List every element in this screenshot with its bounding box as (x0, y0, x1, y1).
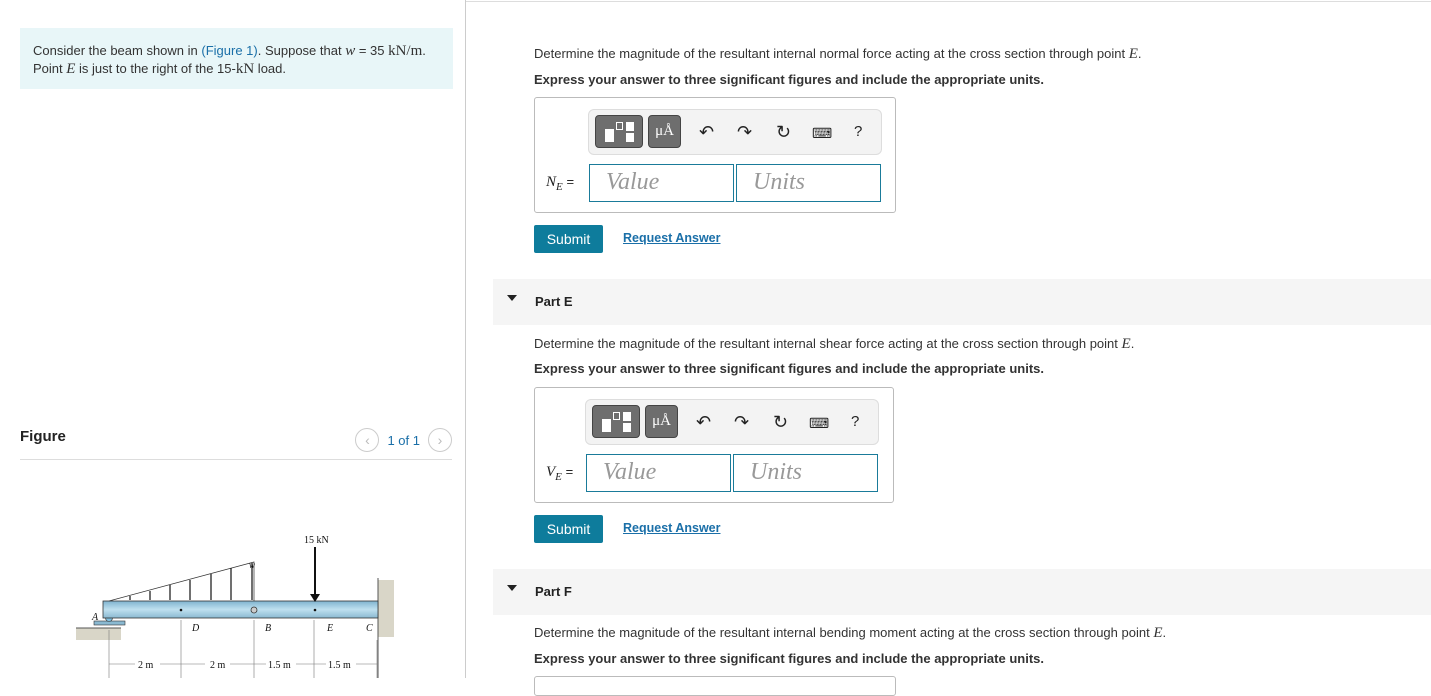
part-title: Part E (535, 294, 573, 309)
dim-label: 1.5 m (268, 660, 291, 671)
units-icon[interactable]: μÅ (645, 405, 678, 438)
w-label: w (249, 560, 255, 570)
distributed-load (108, 561, 255, 602)
figure-link[interactable]: (Figure 1) (201, 43, 257, 58)
part-d-question: Determine the magnitude of the resultant… (534, 46, 1142, 62)
submit-button[interactable]: Submit (534, 515, 603, 543)
text: = 35 (355, 43, 389, 58)
part-f-instruction: Express your answer to three significant… (534, 651, 1044, 666)
figure-header: Figure ‹ 1 of 1 › (20, 426, 452, 460)
templates-icon[interactable] (592, 405, 640, 438)
text: is just to the right of the 15- (75, 61, 236, 76)
units-icon[interactable]: μÅ (648, 115, 681, 148)
point-E (313, 608, 317, 612)
units-input[interactable]: Units (733, 454, 878, 492)
load-arrows (129, 563, 253, 600)
ground-left (76, 628, 121, 640)
value-input[interactable]: Value (589, 164, 734, 202)
next-figure-button[interactable]: › (428, 428, 452, 452)
units-input[interactable]: Units (736, 164, 881, 202)
math-toolbar: μÅ ↶ ↷ ↻ ⌨ ? (588, 109, 882, 155)
keyboard-icon[interactable]: ⌨ (812, 125, 832, 142)
top-border (466, 1, 1431, 2)
text: Determine the magnitude of the resultant… (534, 46, 1129, 61)
keyboard-icon[interactable]: ⌨ (809, 415, 829, 432)
redo-icon[interactable]: ↷ (734, 412, 749, 433)
part-e-instruction: Express your answer to three significant… (534, 361, 1044, 376)
part-e-question: Determine the magnitude of the resultant… (534, 336, 1135, 352)
undo-icon[interactable]: ↶ (696, 412, 711, 433)
part-title: Part F (535, 584, 572, 599)
dim-label: 1.5 m (328, 660, 351, 671)
text: Consider the beam shown in (33, 43, 202, 58)
collapse-triangle-icon (507, 295, 517, 301)
part-f-question: Determine the magnitude of the resultant… (534, 625, 1167, 641)
templates-icon[interactable] (595, 115, 643, 148)
figure-title: Figure (20, 428, 66, 445)
text: Determine the magnitude of the resultant… (534, 336, 1122, 351)
label-A: A (91, 612, 99, 623)
math: E (1121, 336, 1131, 352)
panel-divider (465, 0, 466, 678)
page-indicator: 1 of 1 (387, 432, 420, 448)
dim-label: 2 m (210, 660, 226, 671)
reset-icon[interactable]: ↻ (773, 412, 788, 433)
problem-statement: Consider the beam shown in (Figure 1). S… (20, 28, 453, 89)
math: E (1128, 46, 1138, 62)
part-e-header[interactable]: Part E (493, 279, 1431, 325)
label-C: C (366, 623, 373, 634)
prev-figure-button[interactable]: ‹ (355, 428, 380, 452)
text: load. (254, 61, 286, 76)
label-B: B (265, 623, 271, 634)
value-input[interactable]: Value (586, 454, 731, 492)
undo-icon[interactable]: ↶ (699, 122, 714, 143)
text: Determine the magnitude of the resultant… (534, 625, 1154, 640)
redo-icon[interactable]: ↷ (737, 122, 752, 143)
math: E (1153, 625, 1163, 641)
point-D (179, 608, 183, 612)
help-icon[interactable]: ? (851, 413, 859, 430)
part-f-answer-box (534, 676, 896, 696)
hinge-B (250, 606, 258, 614)
math: kN/m (388, 43, 423, 59)
answer-label: NE = (546, 174, 575, 193)
collapse-triangle-icon (507, 585, 517, 591)
math: w (345, 43, 356, 59)
beam (102, 600, 379, 619)
force-label: 15 kN (304, 535, 329, 546)
help-icon[interactable]: ? (854, 123, 862, 140)
text: . Suppose that (257, 43, 346, 58)
label-D: D (191, 623, 200, 634)
text: Point (33, 61, 67, 76)
math-toolbar: μÅ ↶ ↷ ↻ ⌨ ? (585, 399, 879, 445)
part-d-instruction: Express your answer to three significant… (534, 72, 1044, 87)
text: . (422, 43, 426, 58)
part-f-header[interactable]: Part F (493, 569, 1431, 615)
request-answer-link[interactable]: Request Answer (623, 521, 720, 535)
math: kN (235, 61, 255, 77)
label-E: E (326, 623, 333, 634)
part-e-answer-box: μÅ ↶ ↷ ↻ ⌨ ? VE = Value Units (534, 387, 894, 503)
part-d-answer-box: μÅ ↶ ↷ ↻ ⌨ ? NE = Value Units (534, 97, 896, 213)
reset-icon[interactable]: ↻ (776, 122, 791, 143)
submit-button[interactable]: Submit (534, 225, 603, 253)
answer-label: VE = (546, 464, 574, 483)
request-answer-link[interactable]: Request Answer (623, 231, 720, 245)
dim-label: 2 m (138, 660, 154, 671)
beam-figure: 15 kN w A D B E C 2 m 2 m 1.5 m 1.5 m (76, 535, 394, 678)
wall-right (378, 580, 394, 637)
figure-pagination: ‹ 1 of 1 › (355, 428, 452, 452)
